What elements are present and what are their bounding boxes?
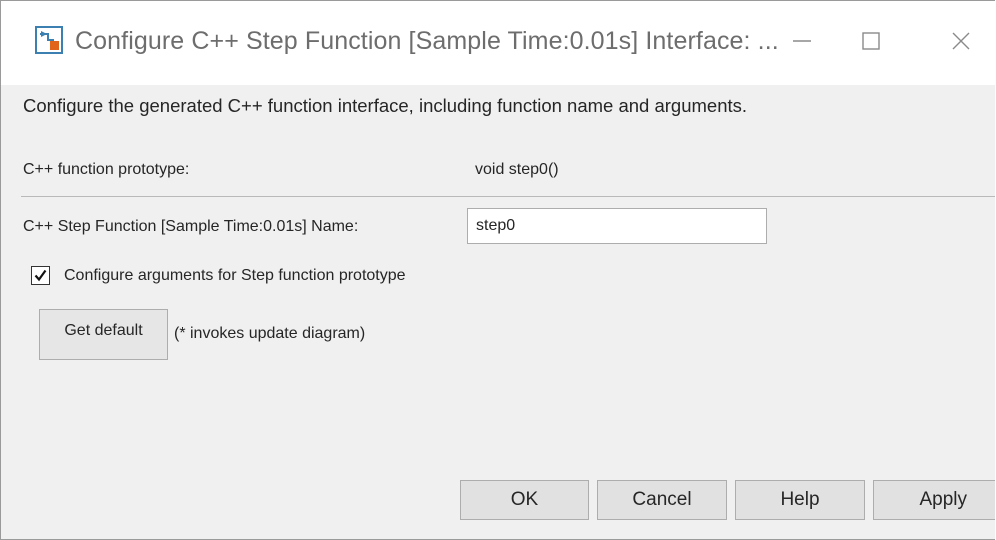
title-bar[interactable]: Configure C++ Step Function [Sample Time… (1, 1, 995, 85)
help-button[interactable]: Help (735, 480, 865, 520)
configure-arguments-checkbox[interactable] (31, 266, 50, 285)
close-button[interactable] (936, 19, 986, 63)
get-default-button[interactable]: Get default (39, 309, 168, 360)
prototype-label: C++ function prototype: (23, 161, 190, 178)
maximize-icon (860, 30, 882, 52)
dialog-description: Configure the generated C++ function int… (23, 95, 748, 116)
divider (21, 196, 995, 197)
simulink-model-icon (35, 26, 63, 54)
apply-button[interactable]: Apply (873, 480, 995, 520)
configure-arguments-label[interactable]: Configure arguments for Step function pr… (64, 267, 406, 285)
minimize-icon (791, 30, 813, 52)
dialog-body: Configure the generated C++ function int… (1, 85, 995, 539)
window-title: Configure C++ Step Function [Sample Time… (75, 27, 779, 55)
close-icon (950, 30, 972, 52)
get-default-note: (* invokes update diagram) (174, 325, 366, 342)
function-name-label: C++ Step Function [Sample Time:0.01s] Na… (23, 218, 359, 235)
ok-button[interactable]: OK (460, 480, 589, 520)
minimize-button[interactable] (777, 19, 827, 63)
configure-step-function-dialog: Configure C++ Step Function [Sample Time… (0, 0, 995, 540)
maximize-button[interactable] (846, 19, 896, 63)
prototype-value: void step0() (475, 161, 559, 178)
cancel-button[interactable]: Cancel (597, 480, 727, 520)
function-name-input[interactable] (467, 208, 767, 244)
